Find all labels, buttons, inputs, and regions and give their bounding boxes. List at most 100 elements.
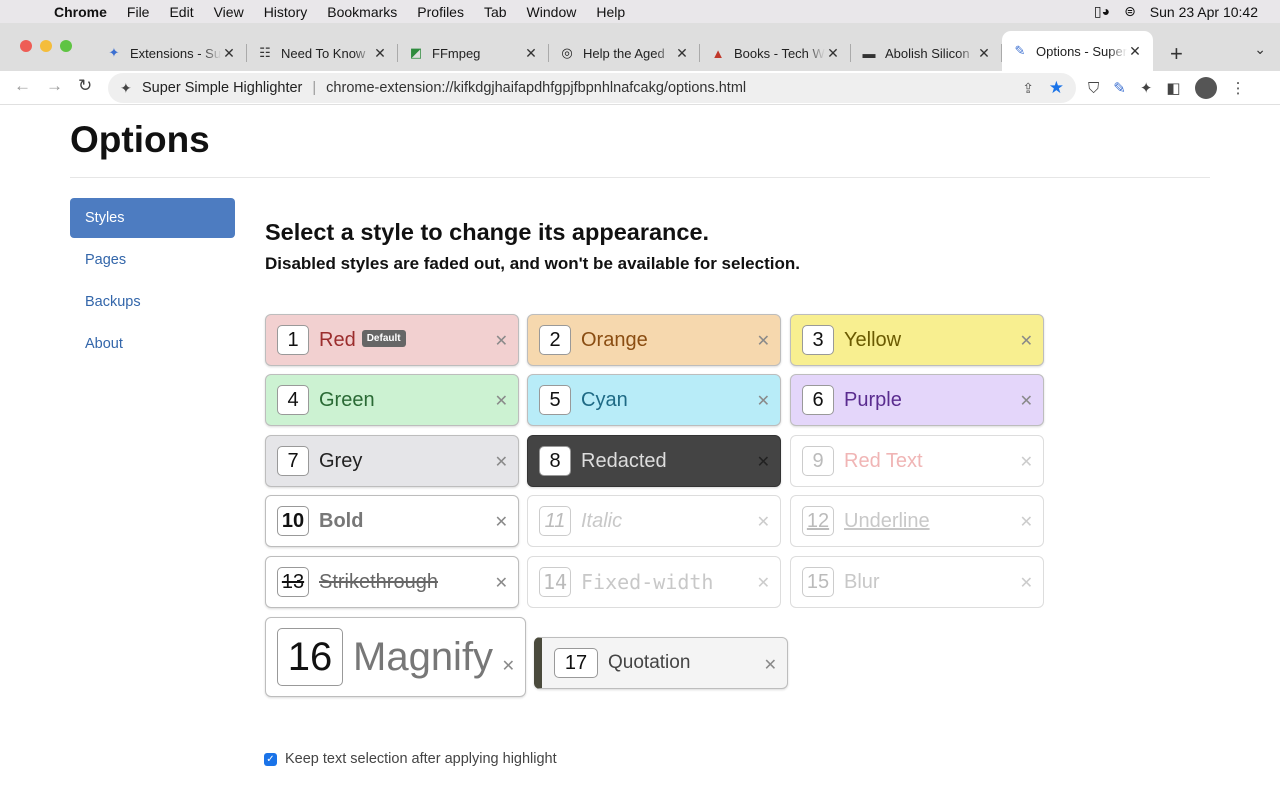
style-card-purple[interactable]: 6 Purple ✕	[790, 374, 1044, 426]
menu-tab[interactable]: Tab	[484, 4, 507, 20]
nav-item-styles[interactable]: Styles	[70, 198, 235, 238]
extensions-puzzle-icon[interactable]: ✦	[1140, 79, 1153, 97]
tab-5[interactable]: ▲ Books - Tech W ✕	[700, 35, 851, 71]
style-card-blur[interactable]: 15 Blur ✕	[790, 556, 1044, 608]
close-tab-icon[interactable]: ✕	[523, 45, 539, 62]
style-card-grey[interactable]: 7 Grey ✕	[265, 435, 519, 487]
style-card-quotation[interactable]: 17 Quotation ✕	[534, 637, 788, 689]
style-label: Bold	[319, 509, 364, 532]
close-tab-icon[interactable]: ✕	[1127, 43, 1143, 60]
side-navigation: Styles Pages Backups About	[70, 198, 235, 366]
keep-selection-checkbox[interactable]: ✓	[264, 752, 277, 766]
target-icon: ◎	[561, 45, 573, 60]
style-card-orange[interactable]: 2 Orange ✕	[527, 314, 781, 366]
style-number: 11	[539, 506, 571, 536]
style-card-italic[interactable]: 11 Italic ✕	[527, 495, 781, 547]
style-card-cyan[interactable]: 5 Cyan ✕	[527, 374, 781, 426]
menu-history[interactable]: History	[264, 4, 308, 20]
style-label: Grey	[319, 449, 363, 472]
newspaper-icon: ☷	[259, 45, 271, 60]
close-tab-icon[interactable]: ✕	[976, 45, 992, 62]
style-number: 14	[539, 567, 571, 597]
tab-4[interactable]: ◎ Help the Aged ✕	[549, 35, 700, 71]
style-card-redacted[interactable]: 8 Redacted ✕	[527, 435, 781, 487]
new-tab-button[interactable]: +	[1170, 41, 1183, 67]
tab-1[interactable]: ✦ Extensions - Super Simple Highlighter✕	[96, 35, 247, 71]
remove-style-icon[interactable]: ✕	[495, 512, 508, 532]
address-bar[interactable]: ✦ Super Simple Highlighter | chrome-exte…	[108, 73, 1076, 103]
close-tab-icon[interactable]: ✕	[825, 45, 841, 62]
clock[interactable]: Sun 23 Apr 10:42	[1150, 4, 1258, 20]
menu-app[interactable]: Chrome	[54, 4, 107, 20]
remove-style-icon[interactable]: ✕	[502, 656, 515, 676]
profile-avatar[interactable]	[1194, 77, 1217, 99]
style-card-yellow[interactable]: 3 Yellow ✕	[790, 314, 1044, 366]
menu-view[interactable]: View	[214, 4, 244, 20]
keep-selection-option[interactable]: ✓ Keep text selection after applying hig…	[264, 751, 557, 767]
tab-3[interactable]: ◩ FFmpeg ✕	[398, 35, 549, 71]
minimize-window-button[interactable]	[40, 40, 52, 52]
more-menu-icon[interactable]: ⋮	[1231, 79, 1246, 97]
zoom-window-button[interactable]	[60, 40, 72, 52]
remove-style-icon[interactable]: ✕	[495, 391, 508, 411]
remove-style-icon[interactable]: ✕	[1020, 452, 1033, 472]
style-card-red[interactable]: 1 Red Default ✕	[265, 314, 519, 366]
side-panel-icon[interactable]: ◧	[1166, 79, 1180, 97]
style-card-bold[interactable]: 10 Bold ✕	[265, 495, 519, 547]
control-center-icon[interactable]: ⊜	[1124, 3, 1136, 20]
tab-title: Need To Know	[281, 45, 366, 61]
remove-style-icon[interactable]: ✕	[764, 655, 777, 675]
menu-window[interactable]: Window	[527, 4, 577, 20]
remove-style-icon[interactable]: ✕	[757, 512, 770, 532]
tab-title: Options - Super Simple Highlighter	[1036, 43, 1127, 59]
ublock-shield-icon[interactable]: ⛉	[1088, 80, 1099, 97]
tab-2[interactable]: ☷ Need To Know ✕	[247, 35, 398, 71]
page-title: Options	[70, 119, 210, 160]
remove-style-icon[interactable]: ✕	[757, 331, 770, 351]
remove-style-icon[interactable]: ✕	[495, 573, 508, 593]
window-switcher-icon[interactable]: ▯◕	[1094, 3, 1110, 20]
style-number: 17	[554, 648, 598, 678]
style-card-fixed-width[interactable]: 14 Fixed-width ✕	[527, 556, 781, 608]
style-label: Purple	[844, 388, 902, 411]
tab-search-chevron-icon[interactable]: ⌄	[1254, 41, 1266, 58]
style-card-underline[interactable]: 12 Underline ✕	[790, 495, 1044, 547]
style-card-strikethrough[interactable]: 13 Strikethrough ✕	[265, 556, 519, 608]
forward-arrow-icon[interactable]: →	[46, 76, 63, 96]
url-text[interactable]: chrome-extension://kifkdgjhaifapdhfgpjfb…	[326, 80, 746, 96]
menu-bookmarks[interactable]: Bookmarks	[327, 4, 397, 20]
remove-style-icon[interactable]: ✕	[757, 452, 770, 472]
tab-7[interactable]: ✎ Options - Super Simple Highlighter✕	[1002, 31, 1153, 71]
reload-icon[interactable]: ↻	[78, 76, 92, 96]
style-card-red-text[interactable]: 9 Red Text ✕	[790, 435, 1044, 487]
menu-edit[interactable]: Edit	[169, 4, 193, 20]
style-label: Yellow	[844, 328, 902, 351]
menu-file[interactable]: File	[127, 4, 150, 20]
share-icon[interactable]: ⇪	[1022, 80, 1034, 97]
tab-title: Books - Tech W	[734, 45, 825, 61]
remove-style-icon[interactable]: ✕	[1020, 573, 1033, 593]
menu-help[interactable]: Help	[596, 4, 625, 20]
nav-item-pages[interactable]: Pages	[70, 240, 235, 280]
remove-style-icon[interactable]: ✕	[1020, 331, 1033, 351]
close-tab-icon[interactable]: ✕	[674, 45, 690, 62]
tab-title: FFmpeg	[432, 45, 481, 61]
highlighter-extension-icon[interactable]: ✎	[1113, 79, 1126, 97]
style-card-green[interactable]: 4 Green ✕	[265, 374, 519, 426]
back-arrow-icon[interactable]: ←	[14, 76, 31, 96]
remove-style-icon[interactable]: ✕	[757, 573, 770, 593]
remove-style-icon[interactable]: ✕	[1020, 391, 1033, 411]
nav-item-about[interactable]: About	[70, 324, 235, 364]
close-tab-icon[interactable]: ✕	[221, 45, 237, 62]
menu-profiles[interactable]: Profiles	[417, 4, 464, 20]
tab-6[interactable]: ▬ Abolish Silicon ✕	[851, 35, 1002, 71]
remove-style-icon[interactable]: ✕	[495, 452, 508, 472]
bookmark-star-icon[interactable]: ★	[1049, 78, 1064, 98]
style-card-magnify[interactable]: 16 Magnify ✕	[265, 617, 526, 697]
remove-style-icon[interactable]: ✕	[757, 391, 770, 411]
remove-style-icon[interactable]: ✕	[1020, 512, 1033, 532]
remove-style-icon[interactable]: ✕	[495, 331, 508, 351]
close-window-button[interactable]	[20, 40, 32, 52]
close-tab-icon[interactable]: ✕	[372, 45, 388, 62]
nav-item-backups[interactable]: Backups	[70, 282, 235, 322]
